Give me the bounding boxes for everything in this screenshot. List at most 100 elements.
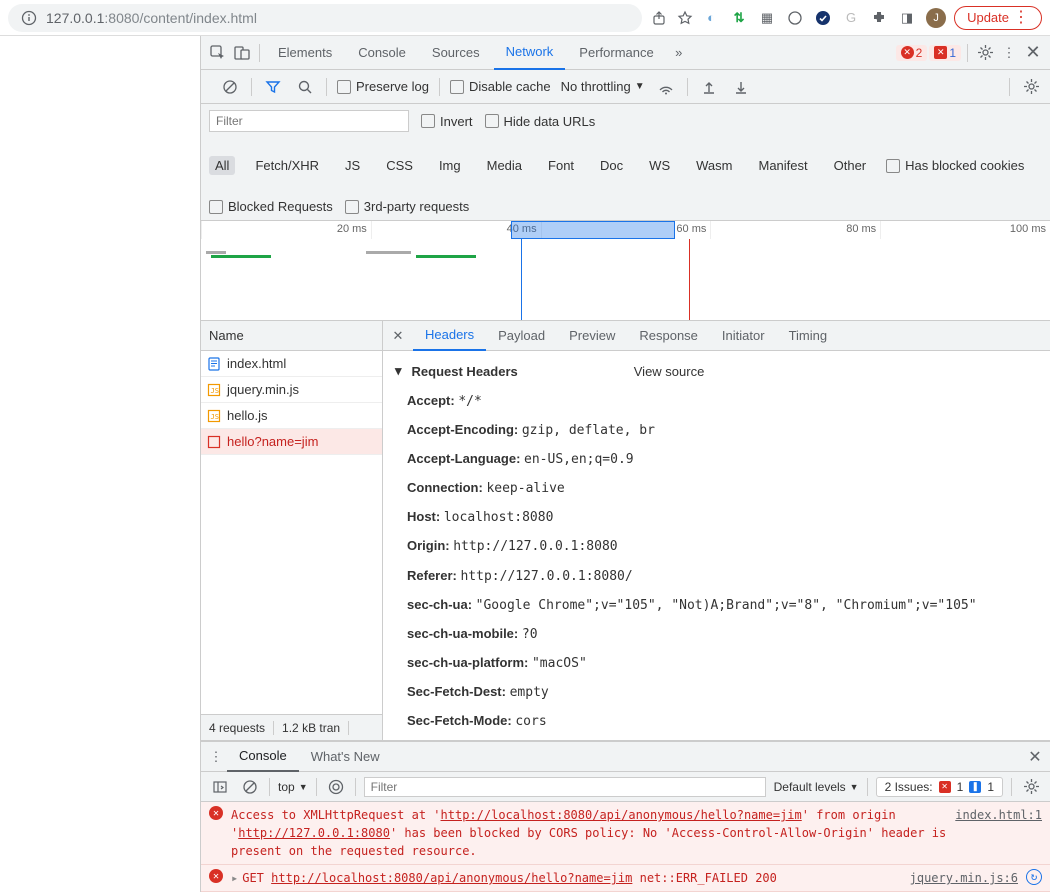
request-list-header[interactable]: Name	[201, 321, 382, 351]
svg-text:JS: JS	[211, 413, 219, 421]
header-item: Sec-Fetch-Mode: cors	[395, 707, 1038, 736]
header-item: sec-ch-ua: "Google Chrome";v="105", "Not…	[395, 591, 1038, 620]
more-tabs-icon[interactable]: »	[668, 42, 690, 64]
ext-icon-6[interactable]: G	[842, 9, 860, 27]
timeline-tick: 100 ms	[880, 221, 1050, 239]
header-item: sec-ch-ua-platform: "macOS"	[395, 649, 1038, 678]
ext-icon-5[interactable]	[814, 9, 832, 27]
url-box[interactable]: 127.0.0.1:8080/content/index.html	[8, 4, 642, 32]
detail-tab-headers[interactable]: Headers	[413, 321, 486, 351]
tab-sources[interactable]: Sources	[420, 36, 492, 70]
type-font[interactable]: Font	[542, 156, 580, 175]
request-detail: ✕ Headers Payload Preview Response Initi…	[383, 321, 1050, 740]
close-devtools-icon[interactable]: ✕	[1022, 42, 1044, 64]
third-party-checkbox[interactable]: 3rd-party requests	[345, 199, 470, 214]
detail-tab-payload[interactable]: Payload	[486, 321, 557, 351]
type-img[interactable]: Img	[433, 156, 467, 175]
type-wasm[interactable]: Wasm	[690, 156, 738, 175]
upload-har-icon[interactable]	[698, 76, 720, 98]
type-media[interactable]: Media	[481, 156, 528, 175]
request-row[interactable]: JShello.js	[201, 403, 382, 429]
extensions-icon[interactable]	[870, 9, 888, 27]
detail-tab-response[interactable]: Response	[627, 321, 710, 351]
type-doc[interactable]: Doc	[594, 156, 629, 175]
invert-checkbox[interactable]: Invert	[421, 114, 473, 129]
drawer-tab-whatsnew[interactable]: What's New	[299, 742, 392, 772]
device-toggle-icon[interactable]	[231, 42, 253, 64]
throttling-select[interactable]: No throttling ▼	[561, 79, 645, 94]
type-other[interactable]: Other	[828, 156, 873, 175]
extension-icons: ◐ ⇅ ▦ G ◨ J	[702, 8, 946, 28]
close-detail-icon[interactable]: ✕	[383, 328, 413, 344]
detail-tab-initiator[interactable]: Initiator	[710, 321, 777, 351]
console-error-row[interactable]: ✕ Access to XMLHttpRequest at 'http://lo…	[201, 802, 1050, 865]
settings-icon[interactable]	[974, 42, 996, 64]
console-error-row[interactable]: ✕ GET http://localhost:8080/api/anonymou…	[201, 865, 1050, 892]
update-button[interactable]: Update⋮	[954, 6, 1042, 30]
live-expression-icon[interactable]	[325, 776, 347, 798]
tab-performance[interactable]: Performance	[567, 36, 665, 70]
ext-icon-7[interactable]: ◨	[898, 9, 916, 27]
network-settings-icon[interactable]	[1020, 76, 1042, 98]
ext-icon-2[interactable]: ⇅	[730, 9, 748, 27]
console-sidebar-icon[interactable]	[209, 776, 231, 798]
drawer-menu-icon[interactable]: ⋮	[205, 746, 227, 768]
console-settings-icon[interactable]	[1020, 776, 1042, 798]
type-manifest[interactable]: Manifest	[752, 156, 813, 175]
star-icon[interactable]	[676, 9, 694, 27]
filter-toggle-icon[interactable]	[262, 76, 284, 98]
source-link[interactable]: jquery.min.js:6	[910, 869, 1018, 887]
type-all[interactable]: All	[209, 156, 235, 175]
type-css[interactable]: CSS	[380, 156, 419, 175]
view-source-link[interactable]: View source	[634, 364, 705, 379]
clear-icon[interactable]	[219, 76, 241, 98]
type-js[interactable]: JS	[339, 156, 366, 175]
header-item: Origin: http://127.0.0.1:8080	[395, 532, 1038, 561]
header-item: Accept-Language: en-US,en;q=0.9	[395, 445, 1038, 474]
tab-network[interactable]: Network	[494, 36, 566, 70]
context-select[interactable]: top ▼	[278, 780, 308, 794]
ext-icon-1[interactable]: ◐	[702, 9, 720, 27]
tab-elements[interactable]: Elements	[266, 36, 344, 70]
blocked-requests-checkbox[interactable]: Blocked Requests	[209, 199, 333, 214]
type-ws[interactable]: WS	[643, 156, 676, 175]
ext-icon-3[interactable]: ▦	[758, 9, 776, 27]
network-conditions-icon[interactable]	[655, 76, 677, 98]
blocked-cookies-checkbox[interactable]: Has blocked cookies	[886, 158, 1024, 173]
js-icon: JS	[207, 409, 221, 423]
kebab-icon[interactable]: ⋮	[998, 42, 1020, 64]
refresh-icon[interactable]: ↻	[1026, 869, 1042, 885]
issue-badge[interactable]: ✕1	[929, 45, 961, 61]
tab-console[interactable]: Console	[346, 36, 418, 70]
error-badge[interactable]: ✕2	[896, 45, 928, 61]
console-clear-icon[interactable]	[239, 776, 261, 798]
share-icon[interactable]	[650, 9, 668, 27]
network-timeline[interactable]: 20 ms 40 ms 60 ms 80 ms 100 ms	[201, 221, 1050, 321]
profile-avatar[interactable]: J	[926, 8, 946, 28]
info-icon[interactable]	[20, 9, 38, 27]
timeline-selection[interactable]	[511, 221, 675, 239]
network-filter-bar: Invert Hide data URLs All Fetch/XHR JS C…	[201, 104, 1050, 221]
ext-icon-4[interactable]	[786, 9, 804, 27]
request-row-selected[interactable]: hello?name=jim	[201, 429, 382, 455]
issues-button[interactable]: 2 Issues: ✕1 ❚1	[876, 777, 1003, 797]
close-drawer-icon[interactable]: ✕	[1024, 746, 1046, 768]
detail-tab-timing[interactable]: Timing	[777, 321, 840, 351]
search-icon[interactable]	[294, 76, 316, 98]
hide-data-urls-checkbox[interactable]: Hide data URLs	[485, 114, 596, 129]
filter-input[interactable]	[209, 110, 409, 132]
source-link[interactable]: index.html:1	[955, 806, 1042, 860]
request-headers-section[interactable]: Request HeadersView source	[395, 363, 1038, 379]
download-har-icon[interactable]	[730, 76, 752, 98]
doc-icon	[207, 357, 221, 371]
request-row[interactable]: JSjquery.min.js	[201, 377, 382, 403]
console-filter-input[interactable]	[364, 777, 766, 797]
type-fetch[interactable]: Fetch/XHR	[249, 156, 325, 175]
inspect-icon[interactable]	[207, 42, 229, 64]
disable-cache-checkbox[interactable]: Disable cache	[450, 79, 551, 94]
preserve-log-checkbox[interactable]: Preserve log	[337, 79, 429, 94]
request-row[interactable]: index.html	[201, 351, 382, 377]
detail-tab-preview[interactable]: Preview	[557, 321, 627, 351]
levels-select[interactable]: Default levels ▼	[774, 780, 859, 794]
drawer-tab-console[interactable]: Console	[227, 742, 299, 772]
